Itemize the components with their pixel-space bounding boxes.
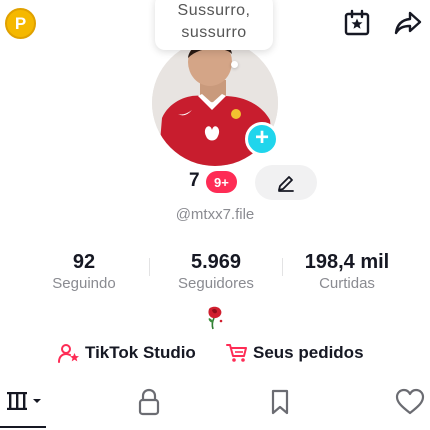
stat-followers-label: Seguidores [178,275,254,292]
tab-videos[interactable] [4,387,48,417]
tiktok-studio-link[interactable]: TikTok Studio [58,341,196,365]
stat-likes-label: Curtidas [319,275,375,292]
pencil-icon [278,175,294,192]
rose-icon [205,306,225,330]
cart-icon [226,344,247,362]
active-tab-indicator [0,426,46,428]
coin-letter: P [14,13,27,33]
profile-name: 7 [189,170,200,191]
videos-grid-icon [7,392,41,410]
tab-saved[interactable] [260,387,300,417]
stat-following-label: Seguindo [52,275,116,292]
stat-following[interactable]: 92 Seguindo [19,250,149,294]
note-bubble-tail [231,61,238,68]
lock-icon [138,388,160,416]
stat-likes[interactable]: 198,4 mil Curtidas [282,250,412,294]
stat-likes-value: 198,4 mil [304,251,390,273]
stat-following-value: 92 [72,251,96,273]
tab-private[interactable] [129,387,169,417]
edit-profile-button[interactable] [255,165,317,200]
bookmark-icon [271,389,289,415]
coin-icon[interactable]: P [5,8,36,39]
note-line-1: Sussurro, [177,2,251,19]
heart-icon [395,388,425,415]
stat-followers[interactable]: 5.969 Seguidores [151,250,281,294]
orders-label: Seus pedidos [253,343,364,362]
creator-star-icon [58,344,79,363]
notification-badge[interactable]: 9+ [206,171,237,193]
tiktok-studio-label: TikTok Studio [85,343,196,362]
profile-handle: @mtxx7.file [175,206,255,223]
tab-liked[interactable] [390,387,430,417]
note-bubble[interactable]: Sussurro, sussurro [155,0,273,50]
stat-divider [149,258,150,276]
note-line-2: sussurro [181,24,247,41]
share-arrow-icon[interactable] [391,6,425,40]
orders-link[interactable]: Seus pedidos [226,341,364,365]
stat-followers-value: 5.969 [190,251,242,273]
add-avatar-button[interactable]: + [245,122,279,156]
plus-icon: + [254,124,269,151]
calendar-star-icon[interactable] [340,6,374,40]
